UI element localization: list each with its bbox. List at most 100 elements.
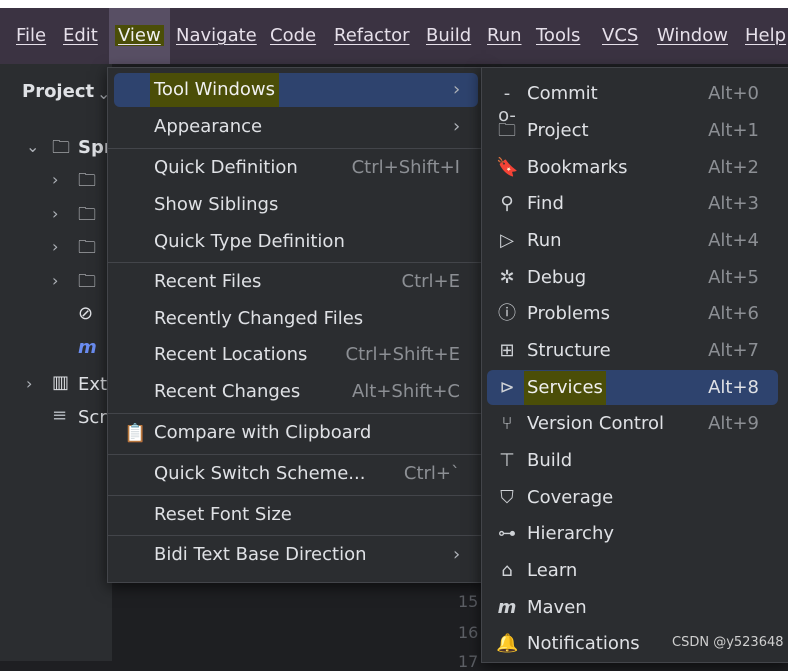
maven-file-icon: m xyxy=(78,337,97,358)
menu-item-run[interactable]: Run Alt+4 xyxy=(527,224,759,258)
menu-item-coverage[interactable]: Coverage xyxy=(527,481,759,515)
menu-item-label: Debug xyxy=(527,267,587,288)
menu-item-label: Coverage xyxy=(527,487,614,508)
menu-item-shortcut: Alt+4 xyxy=(708,230,759,251)
menu-item-shortcut: Alt+7 xyxy=(708,340,759,361)
hierarchy-icon: ⊶ xyxy=(498,523,516,544)
menu-item-recent-locations[interactable]: Recent Locations Ctrl+Shift+E xyxy=(154,338,460,372)
menu-help[interactable]: Help xyxy=(745,8,786,64)
menu-item-services[interactable]: Services Alt+8 xyxy=(524,371,759,405)
menu-separator xyxy=(108,495,483,496)
scratches-label[interactable]: Scr xyxy=(78,407,107,428)
menu-item-project[interactable]: Project Alt+1 xyxy=(527,114,759,148)
menu-item-label: Problems xyxy=(527,303,610,324)
menu-item-build[interactable]: Build xyxy=(527,444,759,478)
chevron-right-icon[interactable]: › xyxy=(52,204,58,223)
menu-item-learn[interactable]: Learn xyxy=(527,554,759,588)
menu-item-show-siblings[interactable]: Show Siblings xyxy=(154,188,460,222)
menu-item-label: Structure xyxy=(527,340,611,361)
menu-separator xyxy=(108,262,483,263)
menu-item-shortcut: Alt+2 xyxy=(708,157,759,178)
menu-item-hierarchy[interactable]: Hierarchy xyxy=(527,517,759,551)
module-folder-icon: 🗀 xyxy=(78,204,96,225)
maven-icon: m xyxy=(497,597,517,618)
menu-item-recently-changed-files[interactable]: Recently Changed Files xyxy=(154,302,460,336)
menu-item-shortcut: Alt+Shift+C xyxy=(351,381,460,402)
menu-window[interactable]: Window xyxy=(657,8,728,64)
shield-icon: ⛉ xyxy=(500,487,514,508)
menu-item-compare-with-clipboard[interactable]: Compare with Clipboard xyxy=(154,416,460,450)
folder-icon: 🗀 xyxy=(78,271,96,292)
chevron-right-icon[interactable]: › xyxy=(52,237,58,256)
menu-item-bidi-text-base-direction[interactable]: Bidi Text Base Direction xyxy=(154,538,434,572)
menu-run[interactable]: Run xyxy=(487,8,522,64)
window-top-border xyxy=(0,0,788,8)
search-icon: ⚲ xyxy=(500,193,514,214)
menu-file[interactable]: File xyxy=(16,8,46,64)
line-number: 16 xyxy=(458,623,479,642)
chevron-right-icon[interactable]: › xyxy=(52,271,58,290)
menu-tools[interactable]: Tools xyxy=(536,8,580,64)
project-title[interactable]: Project xyxy=(22,81,94,102)
library-icon: ▥ xyxy=(52,372,70,393)
menu-item-shortcut: Alt+8 xyxy=(708,377,759,398)
menu-edit[interactable]: Edit xyxy=(63,8,98,64)
menu-item-version-control[interactable]: Version Control Alt+9 xyxy=(527,407,759,441)
menu-navigate[interactable]: Navigate xyxy=(176,8,257,64)
menu-item-shortcut: Alt+3 xyxy=(708,193,759,214)
menu-item-maven[interactable]: Maven xyxy=(527,591,759,625)
menu-separator xyxy=(108,454,483,455)
menu-item-commit[interactable]: Commit Alt+0 xyxy=(527,77,759,111)
menu-code[interactable]: Code xyxy=(270,8,316,64)
menu-item-label: Recent Files xyxy=(154,271,262,292)
scratches-icon: ≡ xyxy=(52,405,68,426)
chevron-right-icon[interactable]: › xyxy=(26,374,32,393)
menu-item-label: Recently Changed Files xyxy=(154,308,364,329)
menu-item-label: Bidi Text Base Direction xyxy=(154,544,367,565)
menu-item-label: Project xyxy=(527,120,589,141)
menu-item-appearance[interactable]: Appearance xyxy=(154,110,434,144)
bug-icon: ✲ xyxy=(499,267,515,288)
menu-item-label: Learn xyxy=(527,560,578,581)
menu-view[interactable]: View xyxy=(109,8,170,64)
menu-item-notifications[interactable]: Notifications xyxy=(527,627,667,661)
menu-item-shortcut: Alt+5 xyxy=(708,267,759,288)
menu-item-reset-font-size[interactable]: Reset Font Size xyxy=(154,498,460,532)
bell-icon: 🔔 xyxy=(496,633,519,654)
menu-item-find[interactable]: Find Alt+3 xyxy=(527,187,759,221)
menu-item-recent-files[interactable]: Recent Files Ctrl+E xyxy=(154,265,460,299)
watermark: CSDN @y523648 xyxy=(672,635,784,650)
menu-item-debug[interactable]: Debug Alt+5 xyxy=(527,261,759,295)
menu-item-tool-windows[interactable]: Tool Windows xyxy=(150,73,434,107)
menu-vcs[interactable]: VCS xyxy=(602,8,638,64)
menu-build[interactable]: Build xyxy=(426,8,471,64)
menu-item-quick-definition[interactable]: Quick Definition Ctrl+Shift+I xyxy=(154,151,460,185)
menu-item-label: Show Siblings xyxy=(154,194,279,215)
menu-item-shortcut: Alt+0 xyxy=(708,83,759,104)
menu-item-label: Version Control xyxy=(527,413,664,434)
menu-item-shortcut: Ctrl+E xyxy=(401,271,460,292)
line-number: 17 xyxy=(458,652,479,671)
chevron-right-icon[interactable]: › xyxy=(52,170,58,189)
menu-item-shortcut: Ctrl+Shift+I xyxy=(351,157,460,178)
external-libraries-label[interactable]: Ext xyxy=(78,374,107,395)
menu-item-label: Services xyxy=(524,371,606,405)
menu-item-structure[interactable]: Structure Alt+7 xyxy=(527,334,759,368)
menu-item-bookmarks[interactable]: Bookmarks Alt+2 xyxy=(527,151,759,185)
menu-item-shortcut: Ctrl+` xyxy=(403,463,460,484)
menu-item-problems[interactable]: Problems Alt+6 xyxy=(527,297,759,331)
excluded-icon: ⊘ xyxy=(78,303,94,324)
menu-item-shortcut: Alt+9 xyxy=(708,413,759,434)
menu-item-quick-switch-scheme[interactable]: Quick Switch Scheme... Ctrl+` xyxy=(154,457,460,491)
commit-icon: -o- xyxy=(498,83,516,126)
folder-icon: 🗀 xyxy=(78,170,96,191)
menu-item-quick-type-definition[interactable]: Quick Type Definition xyxy=(154,225,460,259)
module-folder-icon: 🗀 xyxy=(78,237,96,258)
menu-separator xyxy=(108,413,483,414)
branch-icon: ⑂ xyxy=(501,413,513,434)
chevron-down-icon[interactable]: ⌄ xyxy=(26,137,39,156)
submenu-arrow-icon: › xyxy=(453,79,461,100)
menu-item-recent-changes[interactable]: Recent Changes Alt+Shift+C xyxy=(154,375,460,409)
menu-refactor[interactable]: Refactor xyxy=(334,8,410,64)
menu-item-label: Maven xyxy=(527,597,587,618)
